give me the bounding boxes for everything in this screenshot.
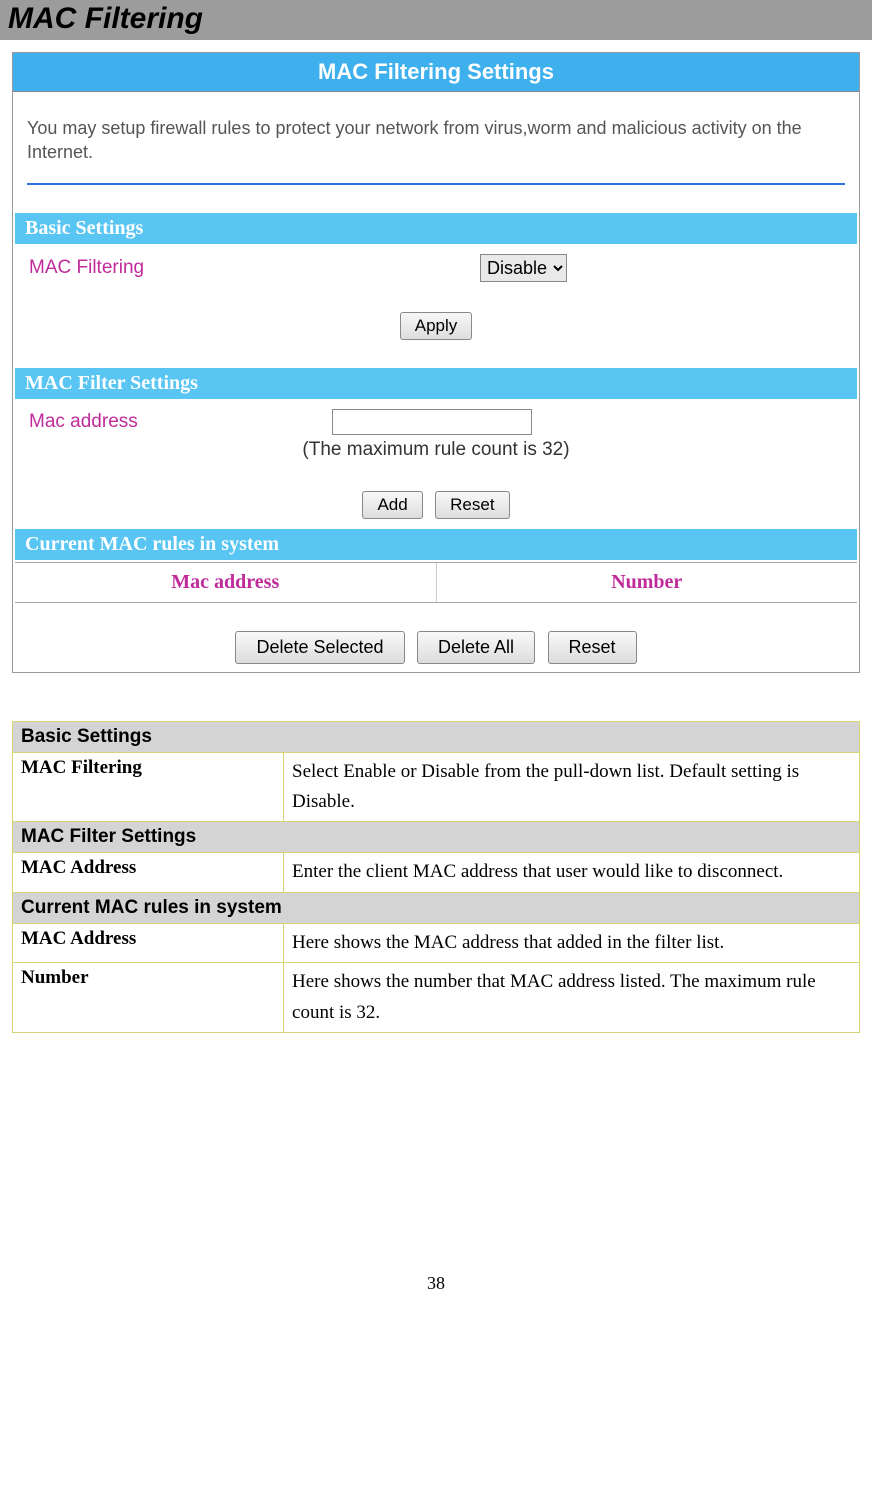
mac-address-label: Mac address [29, 411, 332, 433]
reset-button[interactable]: Reset [435, 491, 509, 519]
desc-key: Number [13, 963, 284, 1033]
desc-key: MAC Address [13, 853, 284, 892]
mac-address-row: Mac address [13, 399, 859, 435]
desc-value: Select Enable or Disable from the pull-d… [284, 752, 860, 822]
col-mac-address: Mac address [15, 563, 437, 602]
mac-filtering-label: MAC Filtering [29, 257, 480, 279]
panel-header: MAC Filtering Settings [13, 53, 859, 92]
page-number: 38 [0, 1273, 872, 1314]
col-number: Number [437, 563, 858, 602]
desc-section-header: Basic Settings [13, 721, 860, 752]
basic-settings-bar: Basic Settings [15, 213, 857, 244]
desc-key: MAC Address [13, 923, 284, 962]
rules-table-header: Mac address Number [15, 562, 857, 603]
current-rules-bar: Current MAC rules in system [15, 529, 857, 560]
mac-filtering-select[interactable]: Disable [480, 254, 567, 282]
mac-filtering-row: MAC Filtering Disable [13, 244, 859, 282]
apply-button[interactable]: Apply [400, 312, 473, 340]
max-rule-note: (The maximum rule count is 32) [13, 439, 859, 461]
reset-rules-button[interactable]: Reset [548, 631, 637, 664]
delete-all-button[interactable]: Delete All [417, 631, 535, 664]
desc-section-header: Current MAC rules in system [13, 892, 860, 923]
desc-value: Here shows the MAC address that added in… [284, 923, 860, 962]
desc-section-header: MAC Filter Settings [13, 822, 860, 853]
description-table: Basic SettingsMAC FilteringSelect Enable… [12, 721, 860, 1033]
desc-value: Enter the client MAC address that user w… [284, 853, 860, 892]
panel-intro: You may setup firewall rules to protect … [13, 92, 859, 179]
page-title-bar: MAC Filtering [0, 0, 872, 40]
add-button[interactable]: Add [362, 491, 422, 519]
mac-address-input[interactable] [332, 409, 532, 435]
settings-panel: MAC Filtering Settings You may setup fir… [12, 52, 860, 673]
separator [27, 183, 845, 185]
desc-key: MAC Filtering [13, 752, 284, 822]
delete-selected-button[interactable]: Delete Selected [235, 631, 404, 664]
page-title: MAC Filtering [8, 2, 864, 36]
mac-filter-settings-bar: MAC Filter Settings [15, 368, 857, 399]
desc-value: Here shows the number that MAC address l… [284, 963, 860, 1033]
